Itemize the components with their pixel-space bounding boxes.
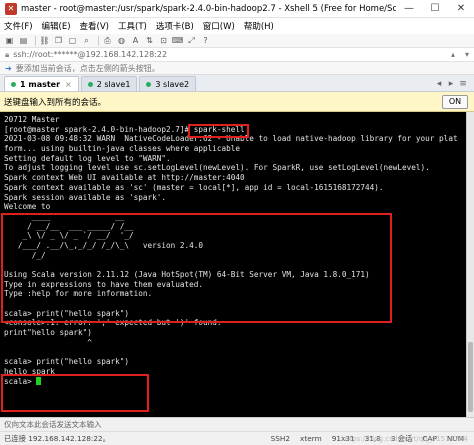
menu-view[interactable]: 查看(V) <box>80 20 109 32</box>
toolbar-divider <box>98 35 99 46</box>
connected-status-icon <box>146 81 152 87</box>
minimize-button[interactable]: — <box>396 0 422 18</box>
tab-master[interactable]: 1 master × <box>4 76 79 91</box>
terminal-line: [root@master spark-2.4.0-bin-hadoop2.7]#… <box>4 124 245 134</box>
terminal-line: Type in expressions to have them evaluat… <box>4 279 204 289</box>
new-session-icon[interactable]: ▣ <box>4 35 15 46</box>
compose-text: 送键盘输入到所有的会话。 <box>4 97 107 108</box>
print-icon[interactable]: ⎙ <box>102 35 113 46</box>
open-folder-icon[interactable]: ▤ <box>18 35 29 46</box>
menu-window[interactable]: 窗口(W) <box>203 20 235 32</box>
globe-icon[interactable]: ◍ <box>116 35 127 46</box>
terminal-line: print"hello spark") <box>4 328 92 338</box>
protocol-indicator: SSH2 <box>270 434 291 443</box>
help-icon[interactable]: ? <box>200 35 211 46</box>
address-actions: ▴ ▾ <box>446 50 474 59</box>
terminal-line: scala> <box>4 376 466 387</box>
chevron-up-icon[interactable]: ▴ <box>446 50 460 59</box>
paste-icon[interactable]: ▢ <box>67 35 78 46</box>
tab-nav: ◂ ▸ ≡ <box>433 76 474 91</box>
menu-tools[interactable]: 工具(T) <box>118 20 147 32</box>
terminal-line: scala> print("hello spark") <box>4 308 129 318</box>
hint-text: 要添加当前会话，点击左侧的箭头按钮。 <box>15 63 160 73</box>
status-text: 仅向文本此会话发送文本输入 <box>4 420 102 429</box>
keyboard-icon[interactable]: ⌨ <box>172 35 184 46</box>
terminal-line: Welcome to <box>4 202 51 212</box>
title-bar: ✕ master - root@master:/usr/spark/spark-… <box>0 0 474 18</box>
menu-tabs[interactable]: 选项卡(B) <box>156 20 194 32</box>
terminal-line: / __/__ ___ _____/ /__ <box>4 221 134 231</box>
menu-help[interactable]: 帮助(H) <box>244 20 274 32</box>
connected-status-icon <box>87 81 93 87</box>
terminal-line: form... using builtin-java classes where… <box>4 144 241 154</box>
menu-bar: 文件(F) 编辑(E) 查看(V) 工具(T) 选项卡(B) 窗口(W) 帮助(… <box>0 18 474 34</box>
terminal-line: Setting default log level to "WARN". <box>4 153 171 163</box>
menu-edit[interactable]: 编辑(E) <box>42 20 71 32</box>
lock-icon: 🔒︎ <box>5 49 10 59</box>
address-bar[interactable]: 🔒︎ ssh://root:******@192.168.142.128:22 … <box>0 48 474 62</box>
terminal-line: hello spark <box>4 366 55 376</box>
menu-file[interactable]: 文件(F) <box>4 20 33 32</box>
terminal-line: <console>:1: error: ';' expected but ')'… <box>4 318 222 328</box>
terminal-line: /___/ .__/\_,_/_/ /_/\_\ version 2.4.0 <box>4 240 204 250</box>
tab-label: 2 slave1 <box>96 79 131 89</box>
terminal-line: Spark context Web UI available at http:/… <box>4 173 245 183</box>
fullscreen-icon[interactable]: ⤢ <box>186 35 197 46</box>
link-icon[interactable]: ⛓ <box>39 35 50 46</box>
terminal-line: Spark context available as 'sc' (master … <box>4 182 384 192</box>
on-toggle-button[interactable]: ON <box>442 94 468 109</box>
terminal-type: xterm <box>300 434 322 443</box>
font-icon[interactable]: A <box>130 35 141 46</box>
terminal-line: ____ __ <box>4 211 125 221</box>
status-bar: 仅向文本此会话发送文本输入 <box>0 417 474 431</box>
window-controls: — ☐ ✕ <box>396 0 474 18</box>
xshell-app-icon: ✕ <box>5 2 17 15</box>
close-button[interactable]: ✕ <box>448 0 474 18</box>
session-tabs: 1 master × 2 slave1 3 slave2 ◂ ▸ ≡ <box>0 75 474 92</box>
terminal-line: Type :help for more information. <box>4 289 153 299</box>
lock-icon[interactable]: ⊡ <box>158 35 169 46</box>
terminal-scrollbar[interactable] <box>466 112 474 417</box>
terminal-line: scala> print("hello spark") <box>4 357 129 367</box>
tab-label: 1 master <box>20 79 61 89</box>
tab-menu-icon[interactable]: ≡ <box>457 79 469 89</box>
transfer-icon[interactable]: ⇅ <box>144 35 155 46</box>
terminal-line: 2021-03-08 09:48:32 WARN NativeCodeLoade… <box>4 134 458 144</box>
terminal-cursor <box>36 376 42 385</box>
scrollbar-thumb[interactable] <box>468 342 473 412</box>
connected-status-icon <box>11 81 16 87</box>
terminal-line: Using Scala version 2.11.12 (Java HotSpo… <box>4 270 370 279</box>
watermark-text: https://blog.csdn.net/qq_41514794 <box>341 433 468 443</box>
chevron-left-icon[interactable]: ◂ <box>433 79 445 89</box>
maximize-button[interactable]: ☐ <box>422 0 448 18</box>
terminal-line: /_/ <box>4 250 46 260</box>
toolbar-divider <box>35 35 36 46</box>
session-hint-bar: ➜ 要添加当前会话，点击左侧的箭头按钮。 <box>0 62 474 75</box>
connected-host: 已连接 192.168.142.128:22。 <box>4 433 110 443</box>
window-title: master - root@master:/usr/spark/spark-2.… <box>21 3 396 14</box>
chevron-right-icon[interactable]: ▸ <box>445 79 457 89</box>
terminal-line: _\ \/ _ \/ _ `/ __/ '_/ <box>4 231 134 241</box>
terminal-line: ^ <box>4 337 92 347</box>
search-icon[interactable]: ⌕ <box>81 35 92 46</box>
address-text: ssh://root:******@192.168.142.128:22 <box>13 50 168 59</box>
terminal-line: Spark session available as 'spark'. <box>4 192 166 202</box>
toolbar: ▣ ▤ ⛓ ❐ ▢ ⌕ ⎙ ◍ A ⇅ ⊡ ⌨ ⤢ ? <box>0 34 474 48</box>
arrow-right-icon[interactable]: ➜ <box>5 64 12 73</box>
close-icon[interactable]: × <box>65 80 72 89</box>
tab-slave1[interactable]: 2 slave1 <box>80 76 138 91</box>
tab-label: 3 slave2 <box>155 79 190 89</box>
terminal-output[interactable]: 20712 Master [root@master spark-2.4.0-bin… <box>0 112 466 417</box>
copy-icon[interactable]: ❐ <box>53 35 64 46</box>
tab-slave2[interactable]: 3 slave2 <box>139 76 197 91</box>
chevron-down-icon[interactable]: ▾ <box>460 50 474 59</box>
terminal-line: 20712 Master <box>4 115 60 124</box>
terminal-line: To adjust logging level use sc.setLogLev… <box>4 163 430 173</box>
compose-bar[interactable]: 送键盘输入到所有的会话。 ON <box>0 92 474 112</box>
